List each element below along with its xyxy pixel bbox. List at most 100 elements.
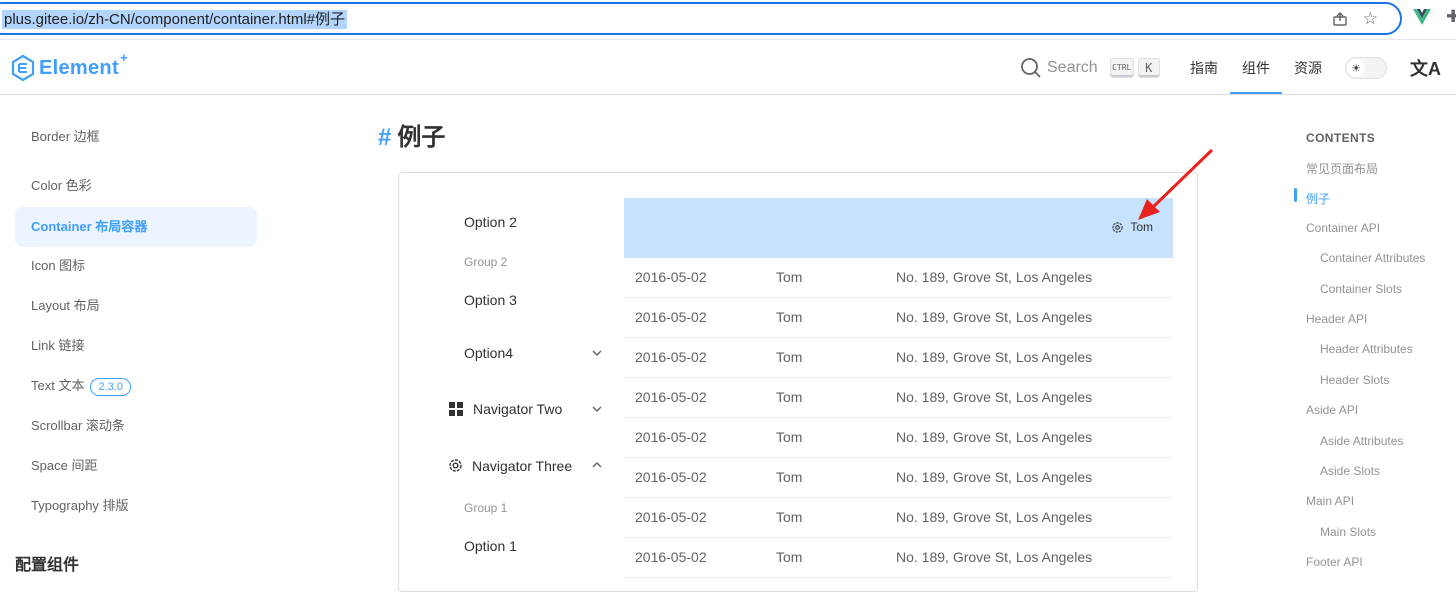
table-row: 2016-05-02 Tom No. 189, Grove St, Los Ange… bbox=[624, 538, 1173, 578]
sidebar-item-label: Layout 布局 bbox=[31, 298, 100, 313]
sidebar-item-text[interactable]: Text 文本 2.3.0 bbox=[15, 366, 257, 406]
logo-text: Element + bbox=[39, 50, 128, 80]
sidebar-item-container[interactable]: Container 布局容器 bbox=[15, 207, 257, 247]
cell-name: Tom bbox=[776, 349, 803, 365]
cell-date: 2016-05-02 bbox=[635, 309, 707, 325]
search-button[interactable]: Search CTRL K bbox=[1020, 56, 1160, 80]
cell-name: Tom bbox=[776, 509, 803, 525]
sidebar-item-scrollbar[interactable]: Scrollbar 滚动条 bbox=[15, 406, 257, 446]
cell-address: No. 189, Grove St, Los Angeles bbox=[896, 269, 1093, 285]
sidebar-item-label: Link 链接 bbox=[31, 338, 85, 353]
kbd-k: K bbox=[1137, 58, 1160, 78]
toc-item[interactable]: 例子 bbox=[1306, 190, 1330, 207]
menu-item-label: Navigator Two bbox=[473, 401, 563, 417]
table-row: 2016-05-02 Tom No. 189, Grove St, Los Ange… bbox=[624, 338, 1173, 378]
menu-group-2: Group 2 bbox=[464, 255, 508, 269]
cell-date: 2016-05-02 bbox=[635, 469, 707, 485]
sidebar-item-label: Container 布局容器 bbox=[31, 219, 148, 234]
share-icon[interactable] bbox=[1332, 11, 1348, 27]
nav-active-indicator bbox=[1230, 92, 1282, 94]
sidebar-item-layout[interactable]: Layout 布局 bbox=[15, 286, 257, 326]
version-badge: 2.3.0 bbox=[90, 377, 131, 396]
element-hexagon-icon bbox=[11, 55, 35, 81]
sidebar-item-label: Border 边框 bbox=[31, 129, 100, 144]
toc-sidebar: CONTENTS 常见页面布局 例子 Container API Container … bbox=[1290, 95, 1456, 570]
sidebar-item-space[interactable]: Space 间距 bbox=[15, 446, 257, 486]
toc-item[interactable]: Footer API bbox=[1306, 555, 1363, 569]
toc-item[interactable]: Container Attributes bbox=[1320, 251, 1425, 265]
toc-title: CONTENTS bbox=[1306, 131, 1376, 145]
nav-component[interactable]: 组件 bbox=[1242, 58, 1270, 78]
cell-address: No. 189, Grove St, Los Angeles bbox=[896, 509, 1093, 525]
logo-plus: + bbox=[120, 49, 128, 65]
chevron-up-icon bbox=[592, 462, 602, 468]
sidebar-item-color[interactable]: Color 色彩 bbox=[15, 166, 257, 206]
dark-mode-toggle[interactable]: ☀ bbox=[1345, 57, 1387, 79]
table-row: 2016-05-02 Tom No. 189, Grove St, Los Ange… bbox=[624, 458, 1173, 498]
toc-item[interactable]: 常见页面布局 bbox=[1306, 160, 1378, 177]
sidebar-item-border[interactable]: Border 边框 bbox=[15, 126, 257, 148]
toc-item[interactable]: Container API bbox=[1306, 221, 1380, 235]
setting-gear-icon bbox=[449, 459, 462, 472]
address-bar[interactable]: plus.gitee.io/zh-CN/component/container.… bbox=[0, 2, 1402, 35]
sidebar-item-label: Icon 图标 bbox=[31, 258, 86, 273]
page-title: # 例子 bbox=[378, 117, 445, 152]
submenu-navigator-three[interactable]: Navigator Three bbox=[399, 457, 624, 474]
container-header: Tom bbox=[624, 198, 1173, 258]
cell-name: Tom bbox=[776, 389, 803, 405]
menu-item-label: Navigator Three bbox=[472, 458, 573, 474]
sidebar-group-title: 配置组件 bbox=[15, 557, 80, 574]
submenu-option4[interactable]: Option4 bbox=[399, 345, 624, 361]
sidebar-item-link[interactable]: Link 链接 bbox=[15, 326, 257, 366]
cell-address: No. 189, Grove St, Los Angeles bbox=[896, 349, 1093, 365]
site-header: Element + Search CTRL K 指南 组件 资源 ☀ 文A bbox=[0, 40, 1456, 95]
toc-item[interactable]: Header API bbox=[1306, 312, 1367, 326]
toc-item[interactable]: Aside API bbox=[1306, 403, 1358, 417]
toc-item[interactable]: Header Slots bbox=[1320, 373, 1389, 387]
toc-item[interactable]: Aside Attributes bbox=[1320, 434, 1403, 448]
cell-date: 2016-05-02 bbox=[635, 549, 707, 565]
toc-item[interactable]: Container Slots bbox=[1320, 282, 1402, 296]
sidebar-item-icon[interactable]: Icon 图标 bbox=[15, 246, 257, 286]
nav-resource[interactable]: 资源 bbox=[1294, 58, 1322, 78]
toc-item[interactable]: Aside Slots bbox=[1320, 464, 1380, 478]
sun-icon: ☀ bbox=[1347, 59, 1365, 77]
cell-address: No. 189, Grove St, Los Angeles bbox=[896, 469, 1093, 485]
data-table: 2016-05-02 Tom No. 189, Grove St, Los Ange… bbox=[624, 258, 1173, 578]
cell-address: No. 189, Grove St, Los Angeles bbox=[896, 549, 1093, 565]
annotation-arrow bbox=[1138, 148, 1214, 220]
toc-item[interactable]: Main Slots bbox=[1320, 525, 1376, 539]
table-row: 2016-05-02 Tom No. 189, Grove St, Los Ange… bbox=[624, 258, 1173, 298]
sidebar-item-typography[interactable]: Typography 排版 bbox=[15, 486, 257, 526]
search-label: Search bbox=[1047, 59, 1098, 76]
menu-item-option3[interactable]: Option 3 bbox=[399, 292, 624, 308]
cell-name: Tom bbox=[776, 469, 803, 485]
toc-item[interactable]: Header Attributes bbox=[1320, 342, 1413, 356]
kbd-ctrl: CTRL bbox=[1109, 58, 1134, 78]
bookmark-star-icon[interactable]: ☆ bbox=[1363, 9, 1378, 29]
menu-item-label: Option4 bbox=[464, 345, 514, 361]
table-row: 2016-05-02 Tom No. 189, Grove St, Los Ange… bbox=[624, 378, 1173, 418]
cell-date: 2016-05-02 bbox=[635, 389, 707, 405]
cell-name: Tom bbox=[776, 429, 803, 445]
url-text[interactable]: plus.gitee.io/zh-CN/component/container.… bbox=[2, 10, 348, 29]
cell-address: No. 189, Grove St, Los Angeles bbox=[896, 389, 1093, 405]
vue-devtools-extension-icon[interactable] bbox=[1413, 8, 1431, 26]
cell-date: 2016-05-02 bbox=[635, 429, 707, 445]
menu-item-label: Option 3 bbox=[464, 292, 517, 308]
element-plus-logo[interactable]: Element + bbox=[11, 50, 128, 83]
menu-item-option1[interactable]: Option 1 bbox=[399, 538, 624, 554]
translate-icon[interactable]: 文A bbox=[1410, 55, 1441, 81]
menu-item-option2[interactable]: Option 2 bbox=[399, 214, 624, 230]
sidebar-item-label: Scrollbar 滚动条 bbox=[31, 418, 125, 433]
toc-item[interactable]: Main API bbox=[1306, 494, 1354, 508]
nav-guide[interactable]: 指南 bbox=[1190, 58, 1218, 78]
table-row: 2016-05-02 Tom No. 189, Grove St, Los Ange… bbox=[624, 298, 1173, 338]
sidebar-item-label: Text 文本 bbox=[31, 378, 85, 393]
submenu-navigator-two[interactable]: Navigator Two bbox=[399, 401, 624, 417]
sidebar-item-label: Color 色彩 bbox=[31, 178, 92, 193]
sidebar-item-label: Typography 排版 bbox=[31, 498, 129, 513]
extensions-puzzle-icon[interactable]: ✚ bbox=[1446, 7, 1456, 27]
anchor-hash-link[interactable]: # bbox=[378, 124, 391, 151]
cell-name: Tom bbox=[776, 269, 803, 285]
